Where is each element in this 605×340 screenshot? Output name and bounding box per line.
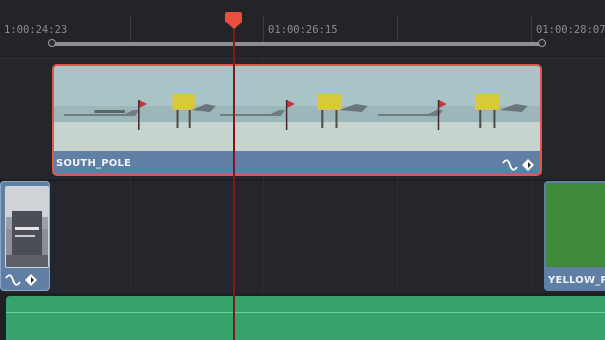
keyframe-diamond-icon[interactable] xyxy=(25,274,37,286)
clip-thumbnail xyxy=(216,66,378,153)
timecode-label: 01:00:26:15 xyxy=(268,24,338,36)
range-end-handle[interactable] xyxy=(538,39,546,47)
timecode-ruler[interactable]: 1:00:24:23 01:00:26:15 01:00:28:07 xyxy=(0,0,605,59)
ruler-tick xyxy=(263,16,264,42)
playhead-handle[interactable] xyxy=(225,12,242,22)
video-track-lower xyxy=(0,180,605,293)
clip-thumbnail xyxy=(546,183,605,267)
south-pole-clip[interactable]: SOUTH_POLE xyxy=(52,64,542,176)
clip-thumbnail xyxy=(54,66,216,153)
range-scrollbar[interactable] xyxy=(52,42,542,46)
timecode-label: 01:00:28:07 xyxy=(536,24,605,36)
audio-level-line[interactable] xyxy=(6,312,605,313)
range-start-handle[interactable] xyxy=(48,39,56,47)
audio-clip[interactable] xyxy=(6,296,605,340)
left-video-clip[interactable] xyxy=(0,181,50,291)
timeline-editor: 1:00:24:23 01:00:26:15 01:00:28:07 SOUTH… xyxy=(0,0,605,340)
clip-thumbnail xyxy=(378,66,540,153)
curve-icon[interactable] xyxy=(502,159,518,171)
clip-thumbnail xyxy=(5,186,49,268)
clip-name: YELLOW_P xyxy=(548,275,605,286)
ruler-tick xyxy=(130,16,131,42)
clip-thumbnail-strip xyxy=(54,66,540,153)
playhead-marker-icon[interactable] xyxy=(226,22,242,29)
timecode-label: 1:00:24:23 xyxy=(4,24,68,36)
clip-label-bar: SOUTH_POLE xyxy=(54,151,540,174)
clip-effects xyxy=(5,274,37,286)
playhead-line[interactable] xyxy=(233,20,235,340)
clip-name: SOUTH_POLE xyxy=(56,158,132,169)
keyframe-diamond-icon[interactable] xyxy=(522,159,534,171)
yellow-clip[interactable]: YELLOW_P xyxy=(544,181,605,291)
curve-icon[interactable] xyxy=(5,274,21,286)
clip-effects xyxy=(502,159,534,171)
ruler-tick xyxy=(531,16,532,42)
ruler-tick xyxy=(397,16,398,42)
